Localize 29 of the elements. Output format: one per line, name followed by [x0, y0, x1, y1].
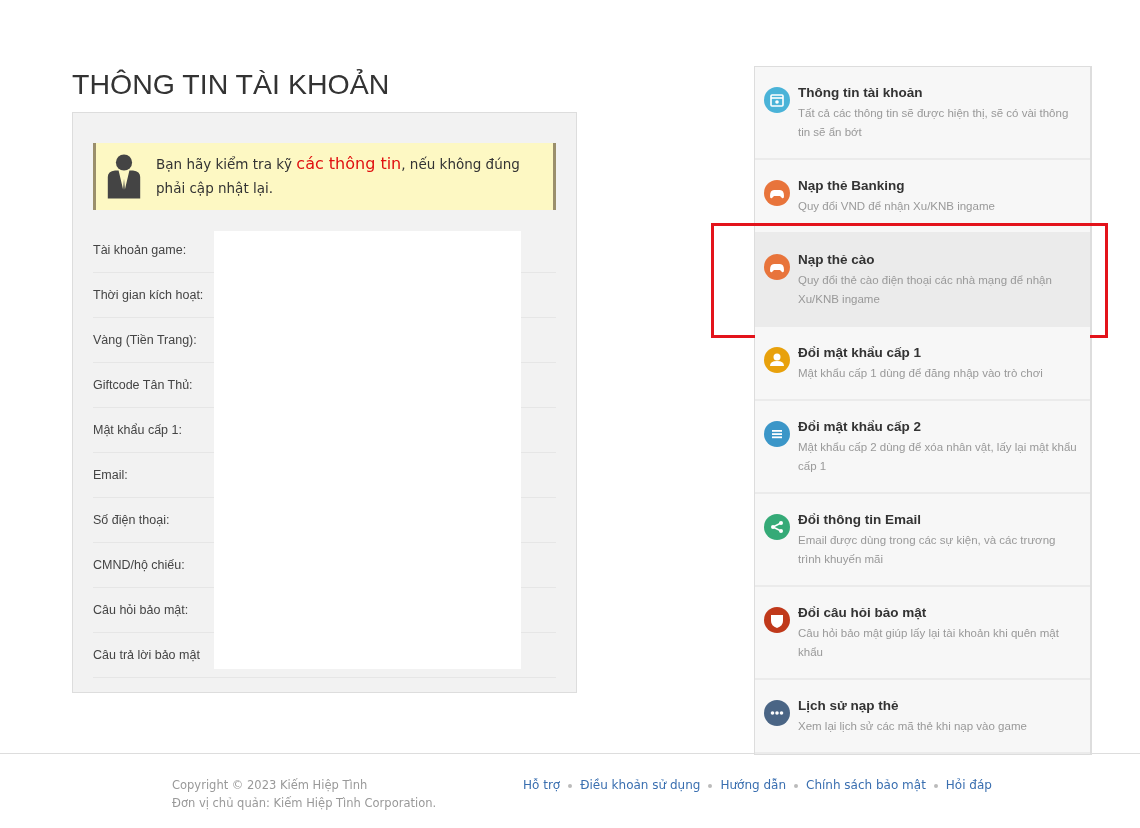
item-description: Quy đổi thẻ cào điện thoại các nhà mạng để nhận Xu/KNB ingame	[798, 273, 1053, 307]
footer-link[interactable]: Điều khoản sử dụng	[580, 776, 701, 794]
menu-item[interactable]: Nạp thẻ cào Quy đổi thẻ cào điện thoại các nhà mạng để nhận Xu/KNB ingame	[755, 234, 1090, 327]
notice-text: Bạn hãy kiểm tra kỹ các thông tin, nếu không đúng phải cập nhật lại.	[156, 153, 521, 198]
item-description: Mật khẩu cấp 2 dùng để xóa nhân vật, lấy lại mật khẩu cấp 1	[798, 440, 1078, 474]
field-label: Vàng (Tiền Trang):	[93, 333, 197, 347]
businessman-icon	[106, 153, 142, 199]
field-label: Câu hỏi bảo mật:	[93, 603, 189, 617]
field-label: Giftcode Tân Thủ:	[93, 378, 193, 392]
field-label: CMND/hộ chiếu:	[93, 558, 185, 572]
page-title: THÔNG TIN TÀI KHOẢN	[72, 67, 391, 102]
field-label: Thời gian kích hoạt:	[93, 288, 204, 302]
footer-link[interactable]: Hỏi đáp	[945, 776, 992, 794]
owner-text: Đơn vị chủ quản: Kiếm Hiệp Tình Corporation.	[172, 795, 438, 812]
item-description: Tất cả các thông tin sẽ được hiện thị, sẽ có vài thông tin sẽ ẩn bớt	[798, 106, 1070, 140]
copyright-text: Copyright © 2023 Kiếm Hiệp Tình	[172, 777, 369, 794]
field-label: Mật khẩu cấp 1:	[93, 423, 182, 437]
footer-link[interactable]: Chính sách bảo mật	[806, 776, 926, 794]
field-label: Số điện thoại:	[93, 513, 170, 527]
item-description: Quy đổi VND để nhận Xu/KNB ingame	[798, 199, 995, 214]
item-description: Xem lại lịch sử các mã thẻ khi nạp vào game	[798, 719, 1027, 734]
field-label: Câu trả lời bảo mật	[93, 648, 200, 662]
item-description: Câu hỏi bảo mật giúp lấy lại tài khoản khi quên mật khẩu	[798, 626, 1060, 660]
footer-link[interactable]: Hỗ trợ	[523, 776, 561, 794]
footer-link[interactable]: Hướng dẫn	[720, 776, 786, 794]
item-description: Mật khẩu cấp 1 dùng để đăng nhập vào trò chơi	[798, 366, 1043, 381]
field-label: Email:	[93, 468, 128, 482]
field-label: Tài khoản game:	[93, 243, 187, 257]
item-description: Email được dùng trong các sự kiện, và các trương trình khuyến mãi	[798, 533, 1057, 567]
